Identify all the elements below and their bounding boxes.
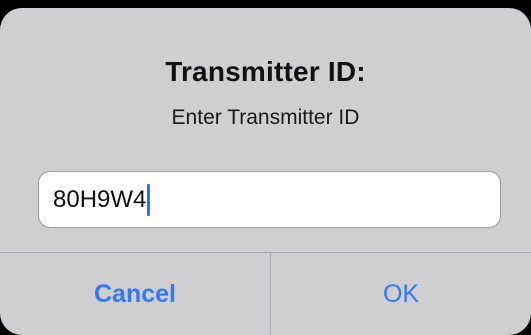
ok-button[interactable]: OK (271, 253, 531, 335)
alert-dialog: Transmitter ID: Enter Transmitter ID 80H… (0, 8, 531, 335)
dialog-title: Transmitter ID: (165, 56, 366, 87)
cancel-button[interactable]: Cancel (0, 253, 270, 335)
text-cursor (147, 183, 151, 216)
dialog-message: Enter Transmitter ID (171, 106, 360, 129)
screen: Transmitter ID: Enter Transmitter ID 80H… (0, 0, 531, 335)
transmitter-id-input[interactable]: 80H9W4 (38, 171, 501, 228)
transmitter-id-value: 80H9W4 (53, 185, 147, 213)
